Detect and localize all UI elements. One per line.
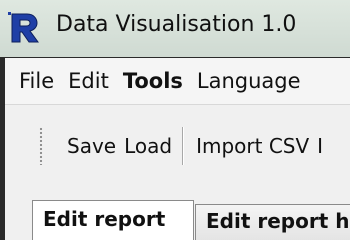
app-window: Data Visualisation 1.0 File Edit Tools L… (0, 0, 350, 240)
menu-edit[interactable]: Edit (62, 69, 115, 93)
toolbar-grip-handle[interactable] (39, 127, 43, 165)
tab-edit-report-h[interactable]: Edit report h (195, 204, 350, 240)
import-csv-button[interactable]: Import CSV (192, 134, 313, 158)
window-title: Data Visualisation 1.0 (56, 12, 297, 37)
save-button[interactable]: Save (63, 134, 120, 158)
load-button[interactable]: Load (120, 134, 176, 158)
client-area: File Edit Tools Language Save Load Impor… (0, 57, 350, 240)
menu-tools[interactable]: Tools (117, 69, 189, 93)
toolbar: Save Load Import CSV I (5, 121, 350, 171)
menu-file[interactable]: File (5, 69, 60, 93)
next-toolbar-button[interactable]: I (313, 134, 327, 158)
title-bar[interactable]: Data Visualisation 1.0 (0, 0, 350, 57)
r-logo-icon[interactable] (8, 12, 40, 44)
menu-bar: File Edit Tools Language (5, 58, 350, 105)
menu-language[interactable]: Language (191, 69, 307, 93)
tab-strip: Edit report Edit report h (5, 200, 350, 240)
toolbar-separator (182, 127, 185, 165)
tab-edit-report[interactable]: Edit report (32, 200, 194, 240)
